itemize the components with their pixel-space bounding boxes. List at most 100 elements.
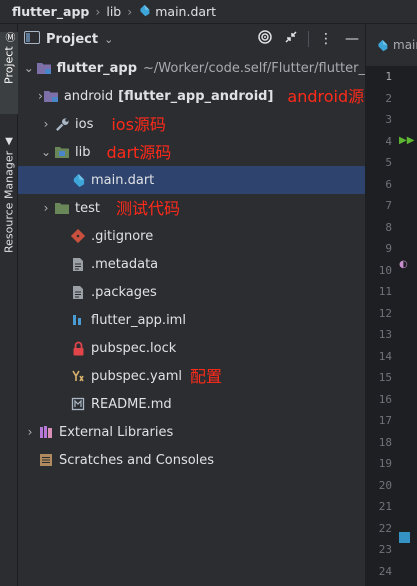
line-number: 1 — [385, 70, 392, 83]
options-menu-icon[interactable]: ⋮ — [313, 31, 339, 47]
line-number: 21 — [378, 500, 392, 513]
line-number: 15 — [378, 371, 392, 384]
breadcrumb-separator: › — [95, 4, 101, 19]
tree-item-label: .metadata — [91, 256, 159, 272]
tree-item-readme[interactable]: README.md — [18, 390, 365, 418]
minimize-icon[interactable]: — — [339, 31, 365, 47]
tree-item-metadata[interactable]: .metadata — [18, 250, 365, 278]
tree-item-root[interactable]: ⌄ flutter_app ~/Worker/code.self/Flutter… — [18, 54, 365, 82]
line-number: 14 — [378, 349, 392, 363]
chevron-down-icon[interactable]: ⌄ — [104, 33, 113, 46]
project-side-tab[interactable]: Project Ⓜ — [0, 32, 18, 114]
line-number: 10 — [378, 263, 392, 277]
line-number: 6 — [385, 177, 392, 191]
resource-manager-side-tab[interactable]: Resource Manager ▲ — [0, 136, 18, 264]
line-number: 5 — [385, 156, 392, 169]
line-number: 3 — [385, 113, 392, 126]
android-studio-icon: Ⓜ — [3, 32, 15, 42]
yaml-file-icon — [70, 368, 86, 384]
line-number: 7 — [385, 199, 392, 212]
expand-arrow-icon[interactable]: › — [38, 117, 54, 131]
source-folder-icon — [54, 144, 70, 160]
dart-file-icon — [138, 4, 151, 20]
project-panel-header: Project ⌄ ⋮ — — [18, 24, 365, 54]
library-icon — [38, 424, 54, 440]
tree-item-label: .packages — [91, 284, 157, 300]
line-number: 23 — [378, 543, 392, 556]
line-number: 20 — [378, 478, 392, 492]
project-panel-title[interactable]: Project — [46, 32, 98, 47]
tree-item-main-dart[interactable]: main.dart — [18, 166, 365, 194]
panel-toolbar: ⋮ — — [252, 24, 365, 54]
expand-arrow-icon[interactable]: ⌄ — [22, 61, 36, 75]
breadcrumb-separator: › — [127, 4, 133, 19]
line-number: 16 — [378, 392, 392, 406]
line-number: 12 — [378, 306, 392, 320]
lock-icon — [70, 340, 86, 356]
annotation-lib: dart源码 — [106, 143, 172, 162]
bookmark-icon[interactable] — [399, 532, 410, 543]
tree-item-android[interactable]: › android [flutter_app_android] android源… — [18, 82, 380, 110]
tree-item-label: android — [63, 88, 114, 104]
tree-item-scratches[interactable]: Scratches and Consoles — [18, 446, 365, 474]
breadcrumb: flutter_app › lib › main.dart — [0, 0, 417, 24]
folder-module-icon — [43, 88, 59, 104]
line-number: 17 — [378, 414, 392, 427]
tree-item-label: flutter_app.iml — [91, 312, 186, 328]
tree-item-pubspec-yaml[interactable]: pubspec.yaml 配置 — [18, 362, 365, 390]
dart-file-icon — [70, 172, 86, 188]
collapse-all-icon[interactable] — [278, 30, 304, 48]
run-icon[interactable]: ▶▶ — [399, 135, 414, 146]
tree-item-label: test — [75, 200, 100, 216]
tree-item-external-libraries[interactable]: › External Libraries — [18, 418, 365, 446]
tree-item-label: main.dart — [91, 172, 155, 188]
git-icon — [70, 228, 86, 244]
line-number: 8 — [385, 220, 392, 234]
project-view-icon — [24, 30, 40, 48]
tree-item-label: Scratches and Consoles — [59, 452, 215, 468]
text-file-icon — [70, 256, 86, 272]
dart-file-icon — [376, 39, 389, 52]
tree-item-pubspec-lock[interactable]: pubspec.lock — [18, 334, 365, 362]
left-tool-strip: Project Ⓜ Resource Manager ▲ — [0, 24, 18, 586]
tree-item-label: pubspec.lock — [91, 340, 177, 356]
breakpoint-icon[interactable]: ◐ — [399, 259, 408, 270]
wrench-icon — [54, 116, 70, 132]
annotation-yaml: 配置 — [189, 367, 222, 386]
breadcrumb-project[interactable]: flutter_app — [12, 4, 89, 19]
editor-tab-label: main — [393, 38, 417, 52]
expand-arrow-icon[interactable]: › — [22, 425, 38, 439]
module-name: [flutter_app_android] — [118, 88, 274, 104]
expand-arrow-icon[interactable]: ⌄ — [38, 145, 54, 159]
breadcrumb-file[interactable]: main.dart — [155, 4, 216, 19]
tree-item-gitignore[interactable]: .gitignore — [18, 222, 365, 250]
line-number: 13 — [378, 328, 392, 341]
line-number: 4 — [385, 134, 392, 148]
project-side-tab-label: Project — [2, 46, 16, 84]
line-number: 22 — [378, 521, 392, 535]
tree-item-packages[interactable]: .packages — [18, 278, 365, 306]
project-tree: ⌄ flutter_app ~/Worker/code.self/Flutter… — [18, 54, 380, 474]
tree-item-path: ~/Worker/code.self/Flutter/flutter_ — [143, 60, 365, 76]
tree-item-label: pubspec.yaml — [91, 368, 182, 384]
line-number: 24 — [378, 564, 392, 578]
markdown-file-icon — [70, 396, 86, 412]
tree-item-label: ios — [75, 116, 94, 132]
tree-item-lib[interactable]: ⌄ lib dart源码 — [18, 138, 365, 166]
line-number: 18 — [378, 435, 392, 449]
tree-item-test[interactable]: › test 测试代码 — [18, 194, 365, 222]
select-opened-file-icon[interactable] — [252, 29, 278, 49]
breadcrumb-folder[interactable]: lib — [106, 4, 121, 19]
tree-item-ios[interactable]: › ios ios源码 — [18, 110, 365, 138]
tree-item-label: README.md — [91, 396, 172, 412]
line-number: 19 — [378, 457, 392, 470]
resource-manager-label: Resource Manager — [2, 151, 16, 254]
text-file-icon — [70, 284, 86, 300]
resource-icon: ▲ — [3, 136, 15, 147]
editor-tab-main-dart[interactable]: main — [366, 24, 417, 66]
annotation-ios: ios源码 — [111, 115, 166, 134]
tree-item-iml[interactable]: flutter_app.iml — [18, 306, 365, 334]
tree-item-label: flutter_app — [56, 60, 138, 76]
expand-arrow-icon[interactable]: › — [38, 201, 54, 215]
iml-file-icon — [70, 312, 86, 328]
